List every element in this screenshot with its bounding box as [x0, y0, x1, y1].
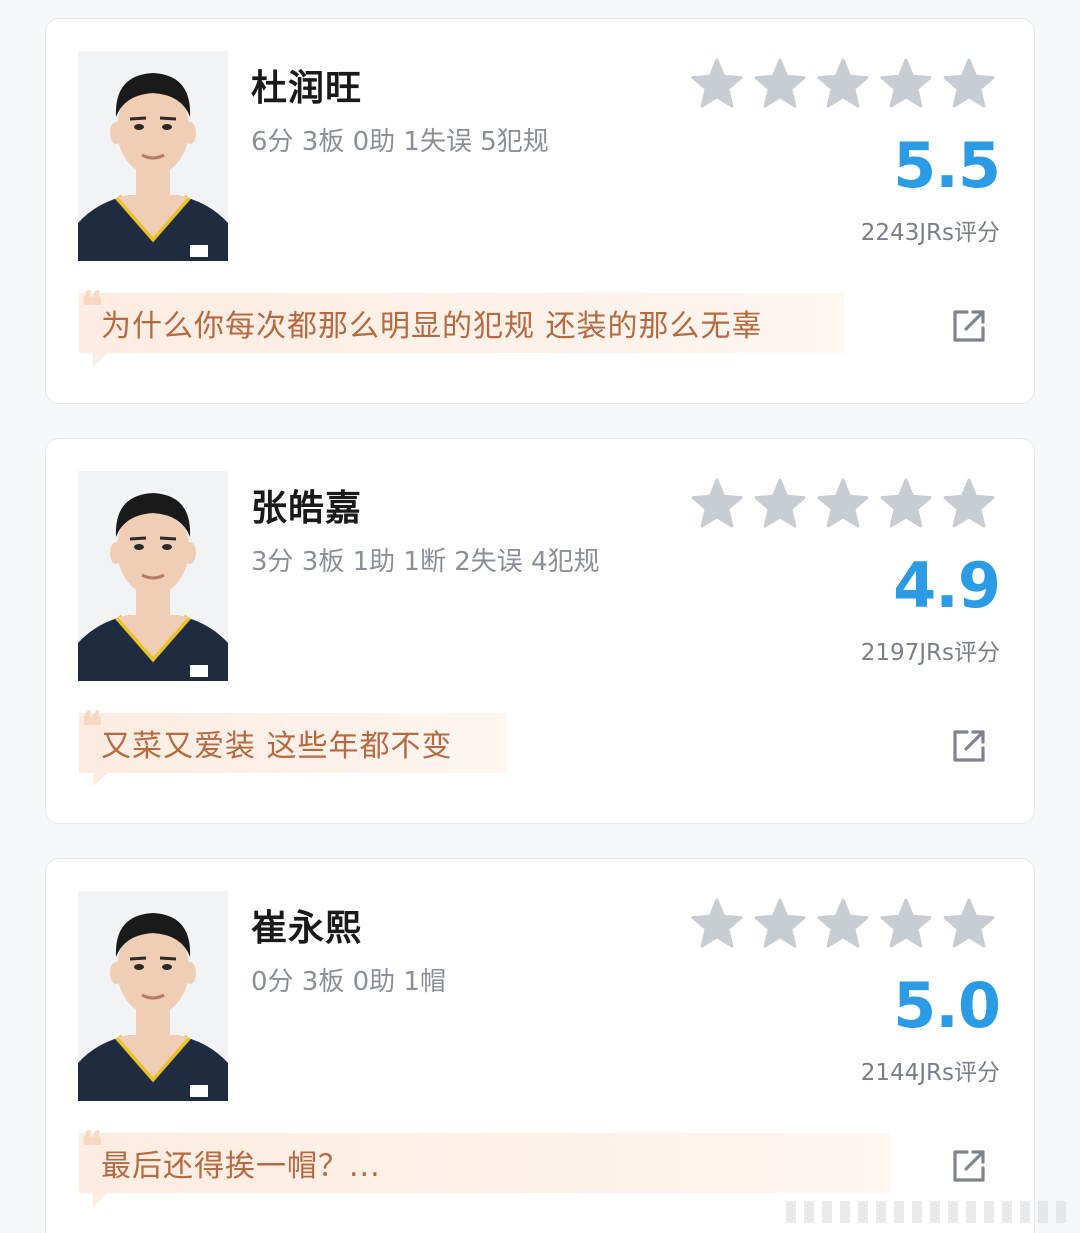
top-comment[interactable]: ❝ 又菜又爱装 这些年都不变 — [79, 707, 507, 787]
player-stats: 6分 3板 0助 1失误 5犯规 — [251, 127, 549, 157]
star-icon[interactable] — [942, 897, 996, 951]
star-rating[interactable] — [690, 57, 996, 111]
player-stats: 3分 3板 1助 1断 2失误 4犯规 — [251, 547, 600, 577]
player-card[interactable]: 张皓嘉 3分 3板 1助 1断 2失误 4犯规 4.9 2197JRs评分 ❝ … — [45, 438, 1035, 824]
player-card[interactable]: 崔永熙 0分 3板 0助 1帽 5.0 2144JRs评分 ❝ 最后还得挨一帽？… — [45, 858, 1035, 1233]
star-icon[interactable] — [879, 477, 933, 531]
star-icon[interactable] — [816, 57, 870, 111]
player-photo — [78, 51, 228, 261]
star-icon[interactable] — [690, 477, 744, 531]
player-stats: 0分 3板 0助 1帽 — [251, 967, 446, 997]
share-external-icon[interactable] — [950, 307, 988, 345]
rating-count: 2144JRs评分 — [860, 1060, 1000, 1086]
top-comment[interactable]: ❝ 最后还得挨一帽？... — [79, 1127, 891, 1207]
comment-text: 最后还得挨一帽？... — [101, 1149, 381, 1184]
star-icon[interactable] — [753, 477, 807, 531]
rating-score: 5.0 — [893, 969, 1001, 1042]
player-name: 崔永熙 — [251, 908, 363, 949]
star-icon[interactable] — [942, 57, 996, 111]
watermark — [786, 1201, 1066, 1223]
star-icon[interactable] — [816, 897, 870, 951]
rating-score: 4.9 — [893, 549, 1001, 622]
star-rating[interactable] — [690, 477, 996, 531]
player-photo — [78, 891, 228, 1101]
star-icon[interactable] — [690, 57, 744, 111]
star-icon[interactable] — [879, 897, 933, 951]
player-ratings-page: 杜润旺 6分 3板 0助 1失误 5犯规 5.5 2243JRs评分 ❝ 为什么… — [0, 0, 1080, 1233]
star-rating[interactable] — [690, 897, 996, 951]
player-photo — [78, 471, 228, 681]
player-name: 杜润旺 — [251, 68, 363, 109]
player-card[interactable]: 杜润旺 6分 3板 0助 1失误 5犯规 5.5 2243JRs评分 ❝ 为什么… — [45, 18, 1035, 404]
star-icon[interactable] — [753, 897, 807, 951]
rating-score: 5.5 — [893, 129, 1001, 202]
star-icon[interactable] — [753, 57, 807, 111]
star-icon[interactable] — [816, 477, 870, 531]
quote-icon: ❝ — [81, 283, 103, 330]
rating-count: 2197JRs评分 — [860, 640, 1000, 666]
star-icon[interactable] — [690, 897, 744, 951]
quote-icon: ❝ — [81, 703, 103, 750]
share-external-icon[interactable] — [950, 1147, 988, 1185]
comment-text: 又菜又爱装 这些年都不变 — [101, 729, 453, 764]
player-name: 张皓嘉 — [251, 488, 363, 529]
star-icon[interactable] — [942, 477, 996, 531]
quote-icon: ❝ — [81, 1123, 103, 1170]
share-external-icon[interactable] — [950, 727, 988, 765]
star-icon[interactable] — [879, 57, 933, 111]
top-comment[interactable]: ❝ 为什么你每次都那么明显的犯规 还装的那么无辜 — [79, 287, 844, 367]
comment-text: 为什么你每次都那么明显的犯规 还装的那么无辜 — [101, 309, 763, 344]
rating-count: 2243JRs评分 — [860, 220, 1000, 246]
